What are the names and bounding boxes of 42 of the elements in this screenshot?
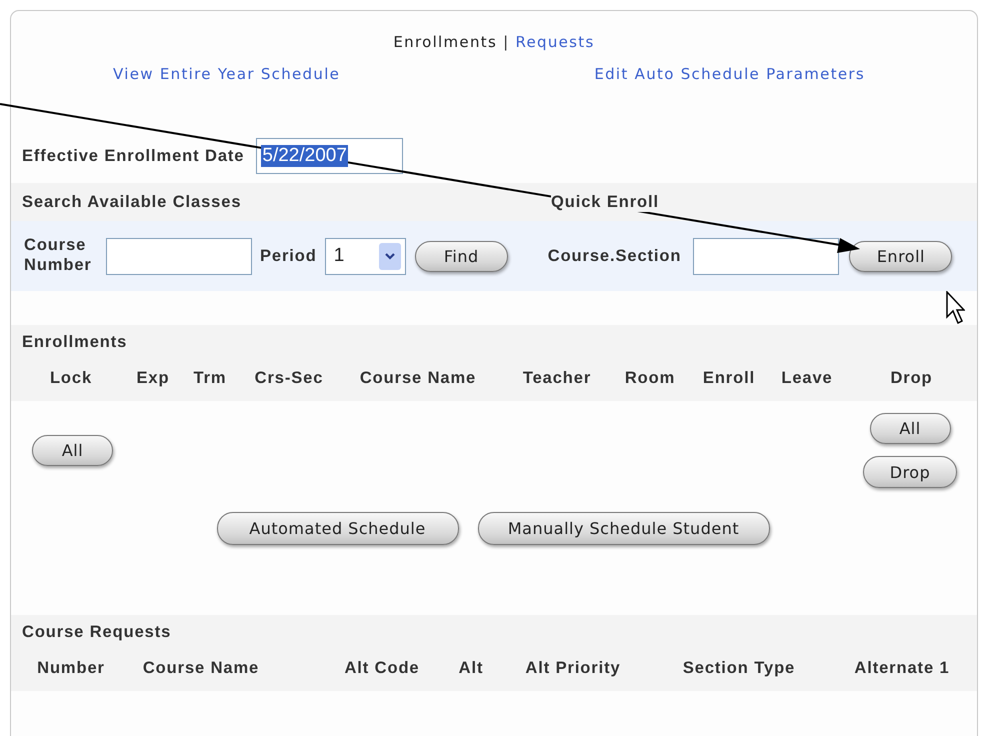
button[interactable]: All (870, 413, 950, 444)
button[interactable]: Manually Schedule Student (478, 512, 770, 545)
column-header: Lock (48, 369, 94, 388)
section-title: Quick Enroll (551, 192, 659, 212)
field-label: Course.Section (548, 246, 682, 266)
column-header: Alternate 1 (853, 659, 951, 678)
chevron-down-icon (384, 252, 395, 260)
button[interactable]: Automated Schedule (216, 512, 458, 545)
nav-link[interactable]: Enrollments (393, 33, 498, 51)
period-dropdown[interactable]: 1 (324, 238, 406, 274)
button[interactable]: All (32, 435, 113, 466)
column-header: Crs-Sec (254, 369, 324, 388)
button[interactable]: Find (414, 240, 508, 272)
column-header: Course Name (142, 659, 260, 678)
column-header: Trm (192, 369, 228, 388)
separator: | (503, 33, 510, 51)
column-header: Alt Code (343, 659, 421, 678)
column-header: Alt (458, 659, 484, 678)
field-label: Course Number (24, 236, 93, 276)
column-header: Enroll (702, 369, 756, 388)
course-section-field[interactable] (693, 238, 840, 274)
section-title: Enrollments (22, 333, 128, 353)
column-header: Section Type (682, 659, 796, 678)
link[interactable]: View Entire Year Schedule (113, 65, 340, 83)
date-field[interactable]: 5/22/2007 (256, 138, 404, 174)
column-header: Alt Priority (524, 659, 622, 678)
nav-link[interactable]: Requests (515, 33, 595, 51)
field-label: Effective Enrollment Date (22, 146, 244, 166)
column-header: Number (36, 659, 106, 678)
section-title: Course Requests (22, 623, 172, 643)
field-label: Period (260, 246, 317, 266)
section-title: Search Available Classes (22, 192, 242, 212)
course-number-field[interactable] (106, 238, 252, 274)
button[interactable]: Enroll (849, 240, 952, 272)
column-header: Exp (136, 369, 170, 388)
button[interactable]: Drop (863, 456, 957, 488)
link[interactable]: Edit Auto Schedule Parameters (594, 65, 865, 83)
column-header: Room (624, 369, 676, 388)
column-header: Course Name (358, 369, 478, 388)
column-header: Leave (780, 369, 834, 388)
column-header: Teacher (522, 369, 592, 388)
column-header: Drop (889, 369, 934, 388)
